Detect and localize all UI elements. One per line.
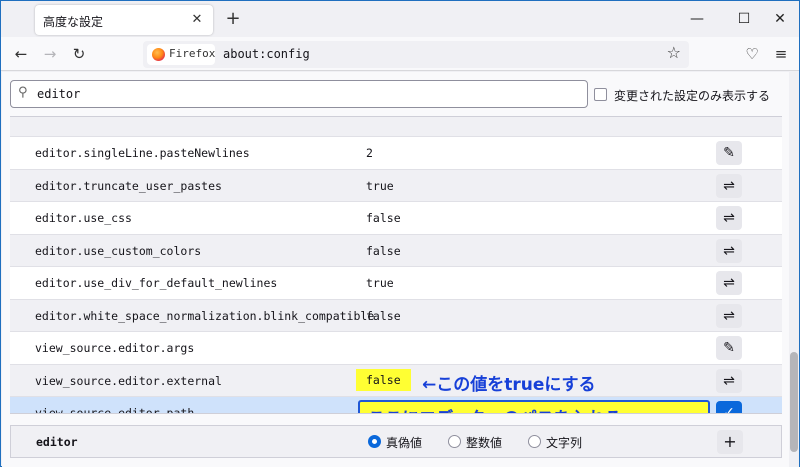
search-icon: ⚲ <box>18 85 28 100</box>
toggle-button[interactable]: ⇌ <box>716 173 742 198</box>
navigation-bar: ← → ↻ Firefox about:config ☆ ♡ ≡ <box>1 37 799 71</box>
pref-value-highlighted: false <box>356 368 411 391</box>
pref-name: view_source.editor.path <box>35 406 195 414</box>
table-row[interactable]: editor.use_div_for_default_newlines true… <box>10 267 782 300</box>
modified-only-checkbox[interactable] <box>594 88 607 101</box>
pref-value: false <box>366 211 401 225</box>
firefox-logo-icon <box>152 48 165 61</box>
scrollbar[interactable] <box>789 72 799 467</box>
pref-name: editor.truncate_user_pastes <box>35 178 222 193</box>
pref-name: editor.white_space_normalization.blink_c… <box>35 308 375 323</box>
edit-button[interactable]: ✎ <box>716 336 742 360</box>
pref-name: editor.singleLine.pasteNewlines <box>35 146 250 160</box>
url-bar[interactable]: Firefox about:config ☆ <box>143 41 689 68</box>
preferences-table: editor.singleLine.pasteNewlines 2 ✎ edit… <box>10 116 782 414</box>
maximize-button[interactable]: ☐ <box>729 7 759 31</box>
identity-label: Firefox <box>169 47 216 60</box>
pref-value: true <box>366 178 394 193</box>
toggle-button[interactable]: ⇌ <box>716 303 742 328</box>
about-config-page: ⚲ 変更された設定のみ表示する editor.singleLine.pasteN… <box>2 72 799 467</box>
table-row-editing[interactable]: view_source.editor.path ここにエディターのパスを入れる … <box>10 397 782 414</box>
identity-box[interactable]: Firefox <box>147 44 215 65</box>
scrollbar-thumb[interactable] <box>790 352 798 452</box>
new-tab-button[interactable]: + <box>223 10 243 30</box>
table-row[interactable]: editor.use_custom_colors false ⇌ <box>10 234 782 267</box>
search-input[interactable] <box>37 85 577 103</box>
search-row: ⚲ 変更された設定のみ表示する <box>10 80 790 110</box>
minimize-button[interactable]: — <box>682 7 712 31</box>
add-button[interactable]: + <box>717 430 743 454</box>
new-pref-name: editor <box>36 435 78 449</box>
table-row[interactable]: editor.use_css false ⇌ <box>10 202 782 235</box>
toggle-button[interactable]: ⇌ <box>716 368 742 393</box>
pref-name: editor.use_css <box>35 211 132 225</box>
pref-value: false <box>366 308 401 323</box>
table-row[interactable]: view_source.editor.external false ←この値をt… <box>10 364 782 397</box>
radio-label: 真偽値 <box>386 436 423 450</box>
table-row[interactable]: view_source.editor.args ✎ <box>10 332 782 365</box>
close-window-button[interactable]: ✕ <box>765 7 795 31</box>
radio-string[interactable] <box>528 435 541 448</box>
pref-value: true <box>366 276 394 290</box>
close-tab-icon[interactable]: ✕ <box>187 10 207 30</box>
tab-advanced-settings[interactable]: 高度な設定 ✕ <box>35 5 213 35</box>
back-button[interactable]: ← <box>9 42 33 66</box>
annotation-enter-path: ここにエディターのパスを入れる <box>368 404 622 413</box>
pref-name: editor.use_div_for_default_newlines <box>35 276 278 290</box>
forward-button[interactable]: → <box>38 42 62 66</box>
tab-strip: 高度な設定 ✕ + — ☐ ✕ <box>1 1 799 37</box>
toggle-button[interactable]: ⇌ <box>716 206 742 230</box>
radio-label: 文字列 <box>546 436 583 450</box>
tab-title: 高度な設定 <box>43 15 104 29</box>
pref-value: false <box>366 243 401 258</box>
add-preference-row: editor 真偽値 整数値 文字列 + <box>10 425 782 458</box>
app-menu-icon[interactable]: ≡ <box>769 42 793 66</box>
modified-only-label: 変更された設定のみ表示する <box>614 89 771 103</box>
annotation-set-true: ←この値をtrueにする <box>422 374 596 395</box>
pref-value: 2 <box>366 146 373 160</box>
table-row[interactable]: editor.singleLine.pasteNewlines 2 ✎ <box>10 137 782 170</box>
pref-name: view_source.editor.args <box>35 341 195 355</box>
radio-number[interactable] <box>448 435 461 448</box>
bookmark-star-icon[interactable]: ☆ <box>667 43 681 62</box>
pocket-icon[interactable]: ♡ <box>740 42 764 66</box>
table-row[interactable]: editor.white_space_normalization.blink_c… <box>10 299 782 332</box>
table-row-partial <box>10 117 782 137</box>
table-row[interactable]: editor.truncate_user_pastes true ⇌ <box>10 169 782 202</box>
pref-value-input[interactable]: ここにエディターのパスを入れる <box>358 400 710 413</box>
browser-window: 高度な設定 ✕ + — ☐ ✕ ← → ↻ Firefox about:conf… <box>0 0 800 467</box>
pref-name: editor.use_custom_colors <box>35 243 202 258</box>
url-text[interactable]: about:config <box>223 47 310 61</box>
save-button[interactable]: ✓ <box>716 401 742 413</box>
edit-button[interactable]: ✎ <box>716 141 742 165</box>
pref-name: view_source.editor.external <box>35 373 222 388</box>
radio-boolean[interactable] <box>368 435 381 448</box>
radio-label: 整数値 <box>466 436 503 450</box>
search-box[interactable]: ⚲ <box>10 80 588 108</box>
reload-button[interactable]: ↻ <box>67 42 91 66</box>
toggle-button[interactable]: ⇌ <box>716 238 742 263</box>
toggle-button[interactable]: ⇌ <box>716 271 742 295</box>
